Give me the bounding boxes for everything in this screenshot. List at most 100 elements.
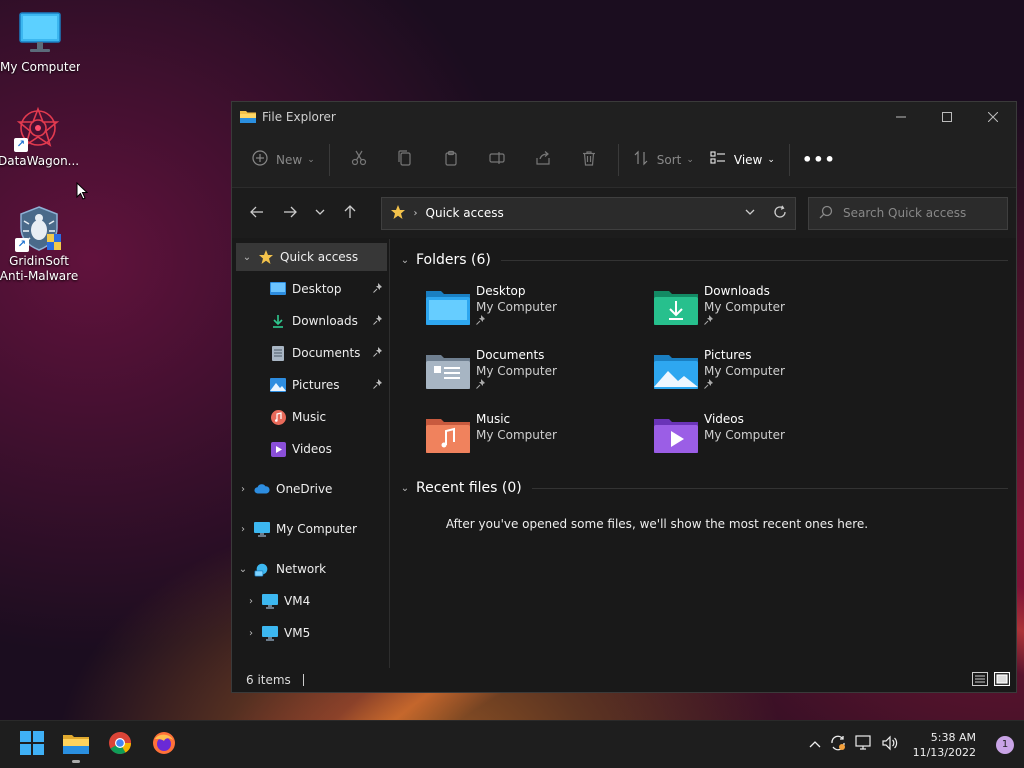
folder-location: My Computer [704, 364, 785, 378]
desktop-icon-label: GridinSoft Anti-Malware [0, 254, 79, 283]
more-options-button[interactable]: ••• [796, 144, 842, 176]
folder-name: Downloads [704, 284, 770, 298]
folder-location: My Computer [476, 300, 557, 314]
toolbar-separator [788, 143, 790, 176]
nav-item-pictures[interactable]: Pictures [232, 369, 389, 401]
cut-button[interactable] [336, 144, 382, 176]
start-button[interactable] [12, 725, 52, 765]
clock[interactable]: 5:38 AM 11/13/2022 [913, 730, 976, 760]
close-button[interactable] [970, 102, 1016, 132]
rename-icon [489, 150, 505, 169]
pin-icon [476, 379, 557, 395]
address-history-chevron-icon[interactable] [745, 206, 755, 220]
desktop-icon-my-computer[interactable]: My Computer [0, 10, 80, 75]
folder-tile-documents[interactable]: Documents My Computer [426, 347, 654, 399]
nav-label: Quick access [280, 250, 359, 264]
shortcut-arrow-icon: ↗ [15, 238, 29, 252]
folder-tile-music[interactable]: Music My Computer [426, 411, 654, 463]
taskbar-firefox[interactable] [144, 725, 184, 765]
nav-item-documents[interactable]: Documents [232, 337, 389, 369]
nav-item-onedrive[interactable]: › OneDrive [232, 473, 389, 505]
sync-update-icon[interactable] [829, 734, 847, 755]
collapse-chevron-icon[interactable]: ⌄ [396, 255, 414, 266]
expand-chevron-icon[interactable]: › [232, 484, 254, 495]
paste-button[interactable] [428, 144, 474, 176]
folders-group-header[interactable]: ⌄ Folders (6) [396, 245, 1008, 275]
nav-item-vm4[interactable]: › VM4 [232, 585, 389, 617]
expand-chevron-icon[interactable]: › [240, 596, 262, 607]
pin-icon [704, 315, 785, 331]
volume-icon[interactable] [881, 735, 899, 754]
minimize-button[interactable] [878, 102, 924, 132]
share-button[interactable] [520, 144, 566, 176]
recent-files-group-header[interactable]: ⌄ Recent files (0) [396, 473, 1008, 503]
show-hidden-icons-chevron-icon[interactable] [809, 738, 821, 752]
collapse-chevron-icon[interactable]: ⌄ [396, 483, 414, 494]
notification-badge[interactable]: 1 [996, 735, 1014, 754]
refresh-icon[interactable] [773, 204, 787, 222]
document-icon [270, 345, 286, 361]
network-monitor-icon[interactable] [854, 735, 873, 754]
desktop-icon-gridinsoft[interactable]: ↗ GridinSoft Anti-Malware [0, 204, 79, 284]
recent-files-header: Recent files (0) [416, 480, 522, 496]
collapse-chevron-icon[interactable]: ⌄ [232, 564, 254, 575]
nav-item-my-computer[interactable]: › My Computer [232, 513, 389, 545]
chevron-down-icon [315, 206, 325, 220]
content-pane: ⌄ Folders (6) Desktop My Computer Downlo… [390, 239, 1016, 668]
pictures-icon [270, 377, 286, 393]
delete-button[interactable] [566, 144, 612, 176]
back-button[interactable] [240, 196, 274, 230]
nav-item-videos[interactable]: Videos [232, 433, 389, 465]
address-bar[interactable]: › Quick access [380, 196, 796, 230]
music-icon [270, 409, 286, 425]
breadcrumb-quick-access[interactable]: Quick access [426, 206, 504, 220]
gridinsoft-bug-shield-icon: ↗ [15, 204, 63, 252]
up-button[interactable] [333, 196, 367, 230]
new-button[interactable]: New ⌄ [244, 144, 323, 176]
pin-icon [704, 379, 785, 395]
datawagon-logo-icon: ↗ [14, 104, 62, 152]
taskbar-file-explorer[interactable] [56, 725, 96, 765]
title-bar[interactable]: File Explorer [232, 102, 1016, 132]
cloud-icon [254, 481, 270, 497]
details-view-icon[interactable] [972, 671, 988, 689]
desktop-icon-datawagon[interactable]: ↗ DataWagon... [0, 104, 78, 169]
tiles-view-icon[interactable] [993, 671, 1011, 689]
copy-button[interactable] [382, 144, 428, 176]
folder-app-icon [63, 732, 89, 757]
search-input[interactable]: Search Quick access [808, 196, 1008, 230]
nav-item-music[interactable]: Music [232, 401, 389, 433]
address-row: › Quick access Search Quick access [232, 188, 1016, 238]
folder-tile-downloads[interactable]: Downloads My Computer [654, 283, 882, 335]
shortcut-arrow-icon: ↗ [14, 138, 28, 152]
nav-item-vm5[interactable]: › VM5 [232, 617, 389, 649]
expand-chevron-icon[interactable]: › [232, 524, 254, 535]
view-button[interactable]: View ⌄ [702, 144, 783, 176]
expand-chevron-icon[interactable]: ⌄ [236, 252, 258, 263]
folder-tile-pictures[interactable]: Pictures My Computer [654, 347, 882, 399]
nav-item-desktop[interactable]: Desktop [232, 273, 389, 305]
toolbar-separator [617, 143, 619, 176]
folder-name: Videos [704, 412, 744, 426]
nav-item-quick-access[interactable]: ⌄ Quick access [236, 243, 387, 271]
folder-tile-videos[interactable]: Videos My Computer [654, 411, 882, 463]
star-icon [390, 204, 406, 223]
nav-label: My Computer [276, 522, 357, 536]
nav-item-network[interactable]: ⌄ Network [232, 553, 389, 585]
folders-grid: Desktop My Computer Downloads My Compute… [396, 283, 1008, 463]
pictures-folder-icon [654, 355, 698, 389]
clipboard-icon [443, 150, 459, 169]
maximize-button[interactable] [924, 102, 970, 132]
folder-location: My Computer [476, 428, 557, 442]
rename-button[interactable] [474, 144, 520, 176]
nav-item-downloads[interactable]: Downloads [232, 305, 389, 337]
recent-locations-button[interactable] [307, 196, 333, 230]
folder-tile-desktop[interactable]: Desktop My Computer [426, 283, 654, 335]
clock-date: 11/13/2022 [912, 745, 976, 759]
taskbar-chrome[interactable] [100, 725, 140, 765]
forward-button[interactable] [274, 196, 308, 230]
sort-button[interactable]: Sort ⌄ [625, 144, 702, 176]
nav-label: Downloads [292, 314, 358, 328]
folder-name: Music [476, 412, 511, 426]
expand-chevron-icon[interactable]: › [240, 628, 262, 639]
